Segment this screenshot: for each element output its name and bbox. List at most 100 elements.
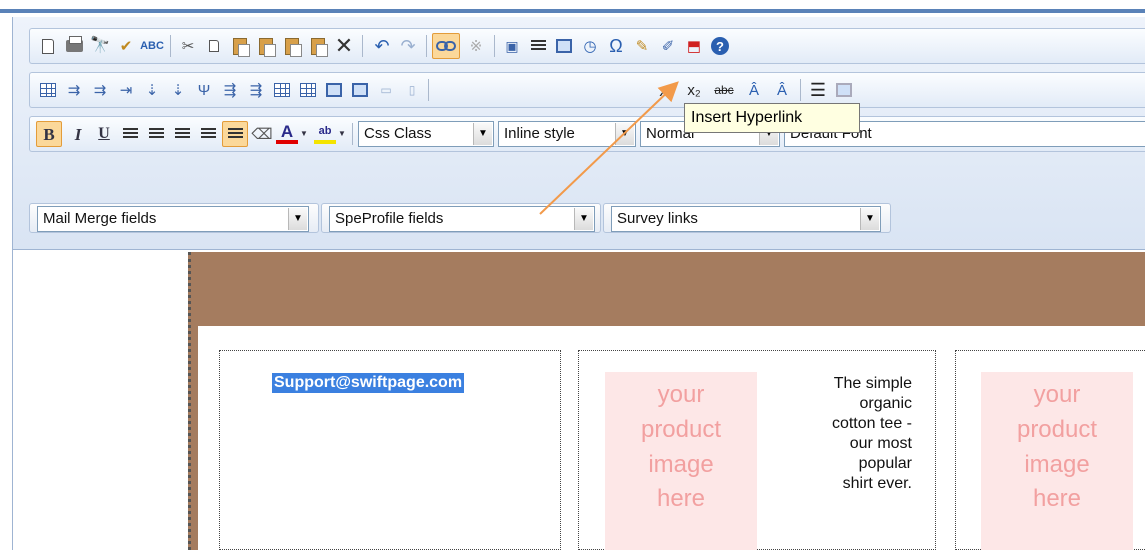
align-right-icon[interactable] [170, 122, 194, 146]
placeholder-line: your [657, 381, 705, 408]
insert-column-icon[interactable]: ⇥ [114, 78, 138, 102]
form-icon[interactable] [552, 34, 576, 58]
bold-button[interactable]: B [36, 121, 62, 147]
strikethrough-icon[interactable]: abc [710, 78, 738, 102]
product-description: The simple organic cotton tee - our most… [770, 374, 912, 494]
speprofile-group: SpeProfile fields ▼ [321, 203, 601, 233]
toolbar-separator [428, 79, 429, 101]
merge-vertical-icon[interactable]: ▯ [400, 78, 424, 102]
placeholder-line: image [1024, 450, 1090, 478]
cut-icon[interactable]: ✂ [176, 34, 200, 58]
subscript-icon[interactable]: x₂ [680, 78, 708, 102]
italic-button[interactable]: I [66, 122, 90, 146]
product-image-placeholder[interactable]: your product image here [605, 372, 757, 550]
table-properties-icon[interactable] [270, 78, 294, 102]
template-icon[interactable]: ▣ [500, 34, 524, 58]
insert-column-left-icon[interactable]: ⇣ [140, 78, 164, 102]
font-color-icon[interactable]: A [276, 122, 298, 144]
align-justify-active-icon[interactable] [222, 121, 248, 147]
lowercase-icon[interactable]: Â [770, 78, 794, 102]
undo-icon[interactable]: ↶ [370, 34, 394, 58]
insert-hyperlink-tooltip: Insert Hyperlink [684, 103, 860, 133]
uppercase-icon[interactable]: Â [742, 78, 766, 102]
font-color-dropdown-icon[interactable]: ▼ [298, 122, 310, 146]
toolbar-separator [352, 123, 353, 145]
new-document-icon[interactable] [36, 34, 60, 58]
toolbar-row-2: ⇉ ⇉ ⇥ ⇣ ⇣ Ψ ⇶ ⇶ ▭ ▯ x² x₂ abc Â Â ☰ [29, 72, 1145, 108]
product-line: our most [849, 435, 912, 452]
symbol-icon[interactable]: Ω [604, 34, 628, 58]
superscript-icon[interactable]: x² [652, 80, 680, 104]
survey-links-group: Survey links ▼ [603, 203, 891, 233]
toolbar-separator [426, 35, 427, 57]
placeholder-line: image [648, 450, 714, 478]
snippet-icon[interactable]: ✎ [630, 34, 654, 58]
paste-html-icon[interactable] [306, 34, 330, 58]
chevron-down-icon[interactable]: ▼ [860, 208, 879, 230]
paste-text-icon[interactable] [254, 34, 278, 58]
chevron-down-icon[interactable]: ▼ [574, 208, 593, 230]
chevron-down-icon[interactable]: ▼ [473, 123, 492, 145]
merge-cells-icon[interactable]: ⇶ [244, 78, 268, 102]
paragraph-icon[interactable] [526, 34, 550, 58]
product-line: popular [858, 455, 912, 472]
horizontal-rule-icon[interactable]: ☰ [806, 78, 830, 102]
toolbar-separator [170, 35, 171, 57]
delete-row-icon[interactable]: ⇶ [218, 78, 242, 102]
align-left-icon[interactable] [118, 122, 142, 146]
date-time-icon[interactable]: ◷ [578, 34, 602, 58]
print-icon[interactable] [62, 34, 86, 58]
insert-row-above-icon[interactable]: ⇉ [62, 78, 86, 102]
placeholder-line: product [640, 415, 722, 443]
insert-table-icon[interactable] [36, 78, 60, 102]
pdf-icon[interactable]: ⬒ [682, 34, 706, 58]
remove-hyperlink-icon[interactable]: ※ [464, 34, 488, 58]
toolbar-separator [800, 79, 801, 101]
mail-merge-select[interactable]: Mail Merge fields ▼ [37, 206, 309, 232]
highlight-color-icon[interactable]: ab [314, 122, 336, 144]
survey-links-select[interactable]: Survey links ▼ [611, 206, 881, 232]
insert-hyperlink-icon[interactable] [432, 33, 460, 59]
edit-icon[interactable]: ✐ [656, 34, 680, 58]
highlight-dropdown-icon[interactable]: ▼ [336, 122, 348, 146]
css-class-select[interactable]: Css Class ▼ [358, 121, 494, 147]
delete-column-icon[interactable]: Ψ [192, 78, 216, 102]
chevron-down-icon[interactable]: ▼ [615, 123, 634, 145]
copy-icon[interactable] [202, 34, 226, 58]
placeholder-line: your [1033, 381, 1081, 408]
split-cell-horizontal-icon[interactable] [348, 78, 372, 102]
product-line: shirt ever. [842, 475, 912, 492]
paste-icon[interactable] [228, 34, 252, 58]
merge-horizontal-icon[interactable]: ▭ [374, 78, 398, 102]
spellcheck-icon[interactable]: ABC [140, 34, 164, 58]
insert-column-right-icon[interactable]: ⇣ [166, 78, 190, 102]
inline-style-select[interactable]: Inline style ▼ [498, 121, 636, 147]
survey-links-value: Survey links [617, 210, 698, 227]
underline-button[interactable]: U [92, 122, 116, 146]
eraser-icon[interactable]: ⌫ [250, 122, 274, 146]
split-cell-icon[interactable] [322, 78, 346, 102]
help-icon[interactable]: ? [708, 34, 732, 58]
insert-image-icon[interactable] [832, 78, 856, 102]
mail-merge-value: Mail Merge fields [43, 210, 157, 227]
paste-word-icon[interactable] [280, 34, 304, 58]
inline-style-value: Inline style [504, 125, 575, 142]
product-line: organic [859, 395, 912, 412]
placeholder-line: product [1016, 415, 1098, 443]
delete-icon[interactable]: ✕ [332, 34, 356, 58]
product-image-placeholder[interactable]: your product image here [981, 372, 1133, 550]
justify-icon[interactable] [196, 122, 220, 146]
product-line: cotton tee - [831, 415, 912, 432]
toolbar-separator [362, 35, 363, 57]
placeholder-line: here [656, 485, 706, 513]
check-icon[interactable]: ✔ [114, 34, 138, 58]
chevron-down-icon[interactable]: ▼ [288, 208, 307, 230]
find-icon[interactable]: 🔭 [88, 34, 112, 58]
insert-row-below-icon[interactable]: ⇉ [88, 78, 112, 102]
support-email-link[interactable]: Support@swiftpage.com [272, 373, 465, 393]
redo-icon[interactable]: ↷ [396, 34, 420, 58]
align-center-icon[interactable] [144, 122, 168, 146]
cell-properties-icon[interactable] [296, 78, 320, 102]
window-top-bar [0, 0, 1145, 13]
speprofile-select[interactable]: SpeProfile fields ▼ [329, 206, 595, 232]
